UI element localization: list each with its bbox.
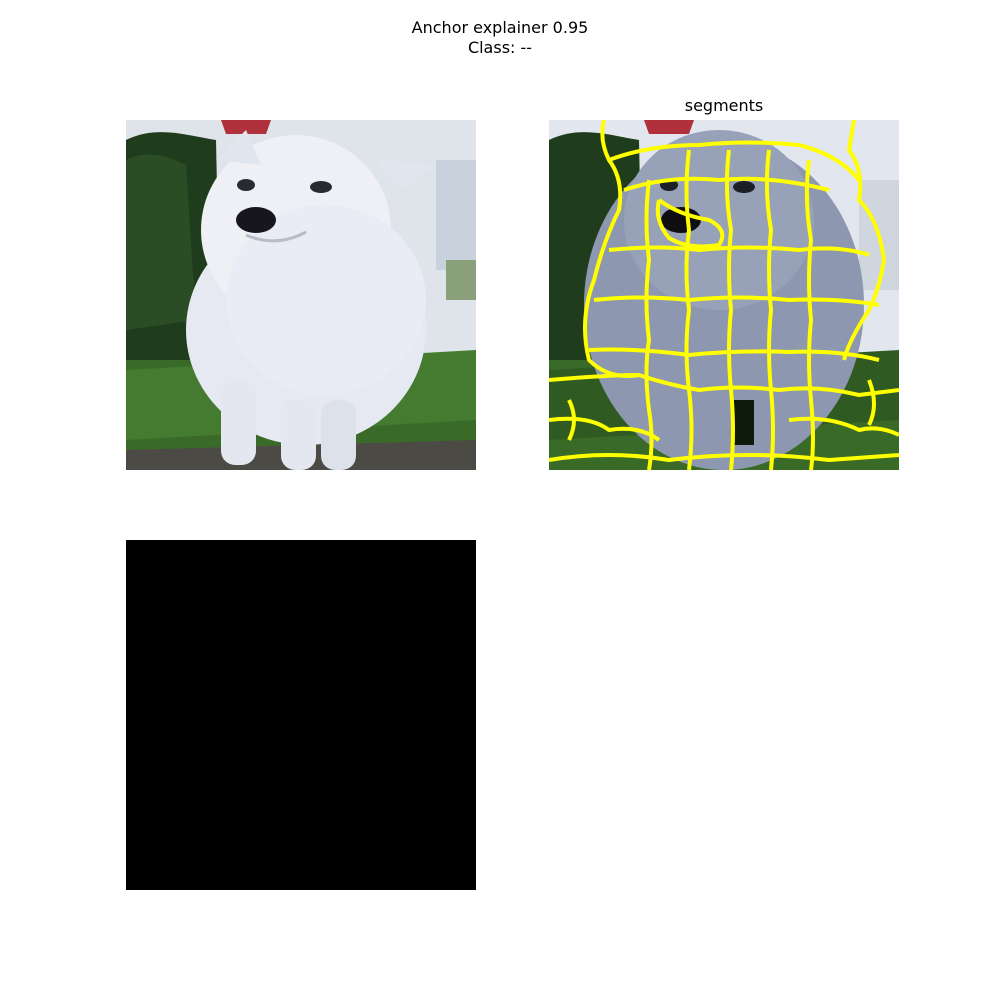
anchor-image-panel [126,540,476,890]
dog-photo [126,120,476,470]
figure-title-line-1: Anchor explainer 0.95 [411,18,589,37]
original-image-panel [126,120,476,470]
segments-panel-title: segments [684,96,764,115]
segmented-dog-photo [549,120,899,470]
figure-title: Anchor explainer 0.95 Class: -- [0,18,1000,58]
segments-image-panel [549,120,899,470]
figure-title-line-2: Class: -- [467,38,533,57]
